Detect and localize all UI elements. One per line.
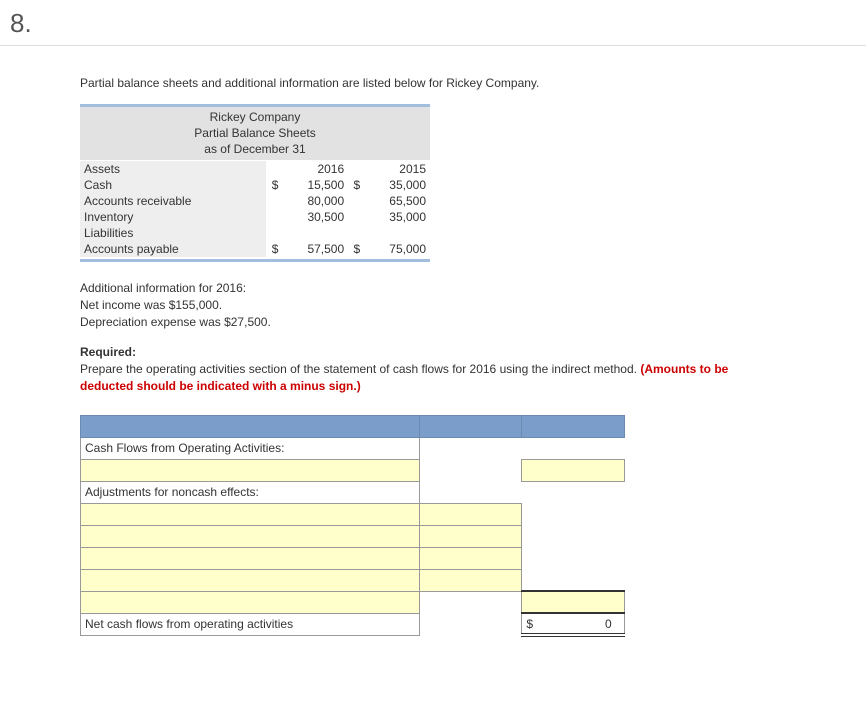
ws-total-label: Net cash flows from operating activities	[81, 613, 420, 635]
ws-input-r5c2[interactable]	[424, 573, 518, 587]
ws-input-r4c2[interactable]	[424, 551, 518, 565]
row-ap-2015-cur: $	[348, 241, 364, 257]
row-ar-2016: 80,000	[282, 193, 348, 209]
ws-total-value: 0	[542, 617, 612, 631]
ws-input-r4c1[interactable]	[85, 551, 415, 565]
ws-input-r2c2[interactable]	[424, 507, 518, 521]
row-ar-2015: 65,500	[364, 193, 430, 209]
ws-input-r1c1[interactable]	[85, 463, 415, 477]
row-ar-label: Accounts receivable	[80, 193, 266, 209]
ws-section1: Cash Flows from Operating Activities:	[81, 437, 420, 459]
row-inv-label: Inventory	[80, 209, 266, 225]
ws-input-r2c1[interactable]	[85, 507, 415, 521]
row-inv-2016: 30,500	[282, 209, 348, 225]
ws-input-r3c1[interactable]	[85, 529, 415, 543]
ws-total-cell: $ 0	[522, 613, 625, 635]
ws-total-currency: $	[526, 617, 538, 631]
addl-heading: Additional information for 2016:	[80, 280, 770, 297]
ws-input-r5c1[interactable]	[85, 573, 415, 587]
bs-asof: as of December 31	[80, 141, 430, 157]
row-assets-label: Assets	[80, 161, 266, 177]
row-ap-2016: 57,500	[282, 241, 348, 257]
bs-title: Partial Balance Sheets	[80, 125, 430, 141]
col-2015: 2015	[364, 161, 430, 177]
row-cash-label: Cash	[80, 177, 266, 193]
ws-input-r1c3[interactable]	[526, 463, 620, 477]
row-ap-2015: 75,000	[364, 241, 430, 257]
row-cash-2015-cur: $	[348, 177, 364, 193]
row-ap-2016-cur: $	[266, 241, 282, 257]
required-label: Required:	[80, 344, 770, 361]
addl-line1: Net income was $155,000.	[80, 297, 770, 314]
col-2016: 2016	[282, 161, 348, 177]
balance-sheet: Rickey Company Partial Balance Sheets as…	[80, 104, 430, 262]
ws-section2: Adjustments for noncash effects:	[81, 481, 420, 503]
row-cash-2016-cur: $	[266, 177, 282, 193]
question-number: 8.	[0, 0, 866, 46]
ws-input-r6c1[interactable]	[85, 595, 415, 609]
row-ap-label: Accounts payable	[80, 241, 266, 257]
required-text: Prepare the operating activities section…	[80, 362, 637, 376]
bs-company: Rickey Company	[80, 109, 430, 125]
ws-input-r3c2[interactable]	[424, 529, 518, 543]
ws-input-r6c3[interactable]	[526, 595, 620, 609]
content: Partial balance sheets and additional in…	[0, 46, 780, 647]
required-block: Required: Prepare the operating activiti…	[80, 344, 770, 394]
worksheet: Cash Flows from Operating Activities: Ad…	[80, 415, 625, 638]
row-cash-2016: 15,500	[282, 177, 348, 193]
additional-info: Additional information for 2016: Net inc…	[80, 280, 770, 330]
row-liab-label: Liabilities	[80, 225, 266, 241]
row-cash-2015: 35,000	[364, 177, 430, 193]
row-inv-2015: 35,000	[364, 209, 430, 225]
intro-text: Partial balance sheets and additional in…	[80, 76, 770, 90]
addl-line2: Depreciation expense was $27,500.	[80, 314, 770, 331]
